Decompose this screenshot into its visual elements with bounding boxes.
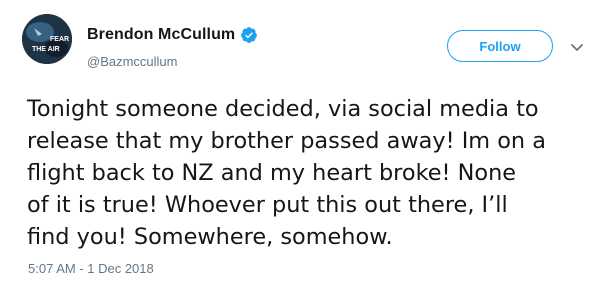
tweet-text-line: of it is true! Whoever put this out ther…: [27, 192, 508, 218]
tweet-timestamp[interactable]: 5:07 AM - 1 Dec 2018: [28, 261, 154, 276]
chevron-down-icon[interactable]: [569, 41, 585, 53]
author-name-row: Brendon McCullum: [87, 26, 258, 44]
tweet-text-line: flight back to NZ and my heart broke! No…: [27, 160, 517, 186]
verified-badge-icon: [240, 26, 258, 44]
avatar-text-fear: FEAR: [50, 36, 69, 43]
tweet-text-line: Tonight someone decided, via social medi…: [27, 96, 539, 122]
tweet-text: Tonight someone decided, via social medi…: [27, 93, 607, 253]
tweet-card: FEAR THE AIR Brendon McCullum @Bazmccull…: [0, 0, 614, 293]
avatar[interactable]: FEAR THE AIR: [22, 14, 72, 64]
author-handle[interactable]: @Bazmccullum: [87, 54, 178, 69]
author-display-name[interactable]: Brendon McCullum: [87, 26, 235, 44]
tweet-text-line: release that my brother passed away! Im …: [27, 128, 546, 154]
avatar-image: FEAR THE AIR: [22, 14, 72, 64]
avatar-text-the-air: THE AIR: [32, 46, 60, 53]
follow-button[interactable]: Follow: [447, 30, 553, 62]
tweet-text-line: find you! Somewhere, somehow.: [27, 224, 393, 250]
